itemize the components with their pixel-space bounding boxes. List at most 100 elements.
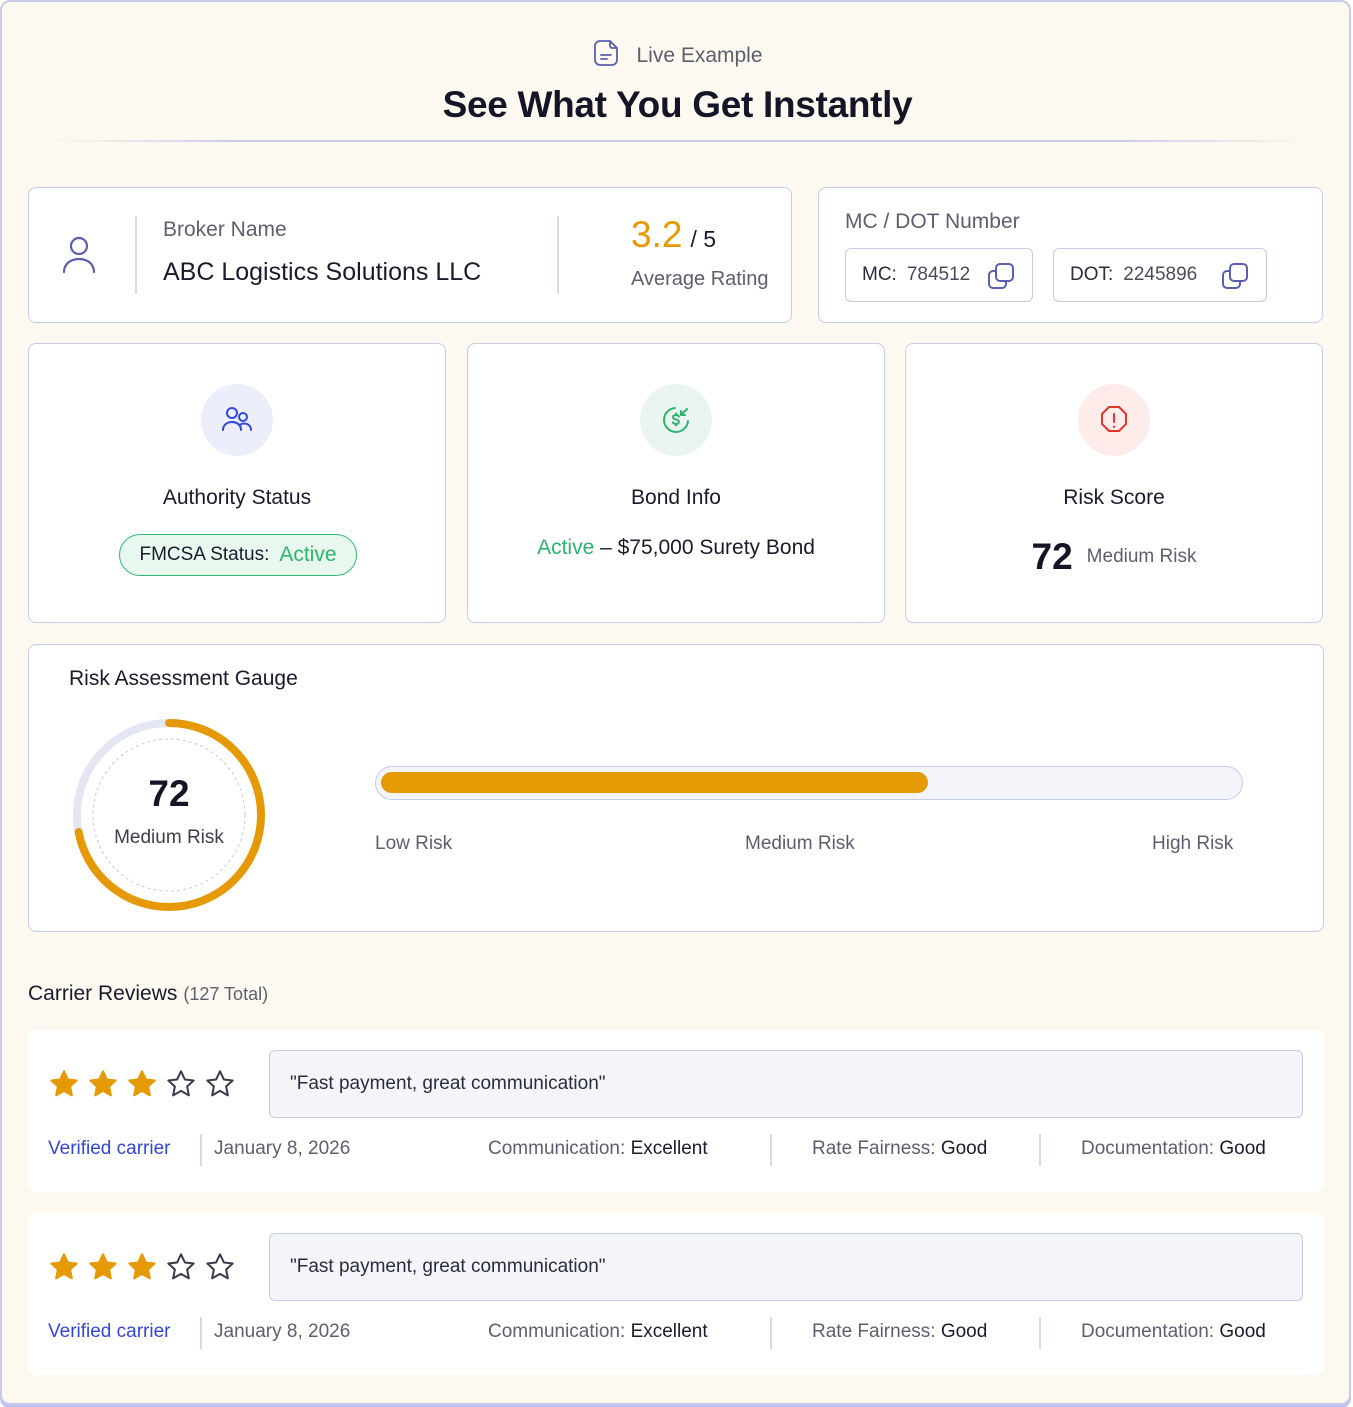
rate-fairness-value: Good — [940, 1138, 988, 1159]
broker-card: Broker Name ABC Logistics Solutions LLC … — [28, 187, 792, 323]
star-empty-icon — [204, 1068, 236, 1105]
bond-amount: – $75,000 Surety Bond — [600, 536, 815, 559]
risk-bar-track — [375, 766, 1243, 800]
communication-value: Excellent — [630, 1321, 708, 1342]
reviews-total: (127 Total) — [183, 984, 269, 1004]
documentation-label: Documentation: — [1081, 1321, 1215, 1342]
rating-label: Average Rating — [631, 268, 769, 290]
star-empty-icon — [204, 1251, 236, 1288]
copy-icon[interactable] — [1220, 261, 1250, 297]
documentation-value: Good — [1219, 1321, 1266, 1342]
copy-icon[interactable] — [986, 261, 1016, 297]
gauge-title: Risk Assessment Gauge — [69, 667, 298, 690]
rating-value: 3.2 — [631, 214, 683, 255]
communication-label: Communication: — [488, 1321, 626, 1342]
live-example-panel: Live Example See What You Get Instantly … — [0, 0, 1351, 1405]
review-card: "Fast payment, great communication" Veri… — [28, 1213, 1324, 1375]
risk-score-number: 72 — [1031, 536, 1073, 577]
bond-detail: Active – $75,000 Surety Bond — [468, 536, 884, 560]
gauge-score: 72 — [148, 773, 190, 814]
mc-number-box: MC: 784512 — [845, 248, 1033, 302]
risk-level: Medium Risk — [1086, 546, 1197, 567]
low-risk-label: Low Risk — [375, 833, 453, 854]
review-date: January 8, 2026 — [214, 1321, 351, 1342]
review-card: "Fast payment, great communication" Veri… — [28, 1030, 1324, 1192]
meta-separator — [770, 1317, 772, 1349]
eyebrow: Live Example — [2, 38, 1349, 74]
communication-value: Excellent — [630, 1138, 708, 1159]
dollar-coin-icon — [640, 384, 712, 456]
meta-separator — [1039, 1317, 1041, 1349]
bond-info-card: Bond Info Active – $75,000 Surety Bond — [467, 343, 885, 623]
communication-rating: Communication: Excellent — [488, 1321, 708, 1343]
mc-label: MC: — [862, 264, 897, 285]
documentation-value: Good — [1219, 1138, 1266, 1159]
mc-dot-label: MC / DOT Number — [845, 210, 1020, 233]
documentation-rating: Documentation: Good — [1081, 1138, 1266, 1160]
rate-fairness-rating: Rate Fairness: Good — [812, 1321, 987, 1343]
star-rating — [48, 1068, 236, 1105]
bond-info-title: Bond Info — [631, 486, 721, 509]
rate-fairness-label: Rate Fairness: — [812, 1138, 936, 1159]
risk-gauge — [73, 719, 265, 911]
documentation-rating: Documentation: Good — [1081, 1321, 1266, 1343]
star-filled-icon — [87, 1251, 119, 1288]
page-title: See What You Get Instantly — [442, 84, 913, 125]
verified-carrier-link[interactable]: Verified carrier — [48, 1321, 171, 1343]
broker-separator — [135, 216, 137, 294]
user-icon — [59, 232, 99, 281]
reviews-title: Carrier Reviews — [28, 982, 178, 1005]
mc-dot-card: MC / DOT Number MC: 784512 DOT: 2245896 — [818, 187, 1323, 323]
meta-separator — [200, 1317, 202, 1349]
gauge-level: Medium Risk — [114, 827, 224, 848]
rate-fairness-value: Good — [940, 1321, 988, 1342]
gauge-inner-ring — [92, 738, 246, 892]
fmcsa-status-badge: FMCSA Status: Active — [119, 534, 357, 576]
fmcsa-status-label: FMCSA Status: — [139, 544, 270, 565]
verified-carrier-link[interactable]: Verified carrier — [48, 1138, 171, 1160]
document-icon — [592, 38, 622, 74]
high-risk-label: High Risk — [1152, 833, 1234, 854]
communication-rating: Communication: Excellent — [488, 1138, 708, 1160]
authority-status-title: Authority Status — [162, 486, 312, 509]
medium-risk-label: Medium Risk — [745, 833, 855, 854]
star-empty-icon — [165, 1068, 197, 1105]
dot-number-box: DOT: 2245896 — [1053, 248, 1267, 302]
eyebrow-text: Live Example — [636, 44, 763, 67]
risk-assessment-card: Risk Assessment Gauge 72 Medium Risk Low… — [28, 644, 1324, 932]
fmcsa-status-value: Active — [279, 543, 337, 566]
meta-separator — [1039, 1134, 1041, 1166]
review-quote: "Fast payment, great communication" — [269, 1233, 1303, 1301]
rating-separator — [557, 216, 559, 294]
communication-label: Communication: — [488, 1138, 626, 1159]
authority-status-card: Authority Status FMCSA Status: Active — [28, 343, 446, 623]
review-date: January 8, 2026 — [214, 1138, 351, 1159]
bond-status: Active — [537, 536, 595, 559]
review-quote: "Fast payment, great communication" — [269, 1050, 1303, 1118]
alert-octagon-icon — [1078, 384, 1150, 456]
dot-value: 2245896 — [1123, 264, 1198, 285]
broker-name: ABC Logistics Solutions LLC — [163, 258, 482, 286]
star-empty-icon — [165, 1251, 197, 1288]
meta-separator — [770, 1134, 772, 1166]
broker-name-label: Broker Name — [163, 218, 287, 241]
rate-fairness-label: Rate Fairness: — [812, 1321, 936, 1342]
risk-score-value: 72 Medium Risk — [906, 536, 1322, 578]
users-icon — [201, 384, 273, 456]
header-divider — [50, 140, 1305, 142]
risk-bar-fill — [381, 772, 928, 793]
rating-max: / 5 — [690, 226, 717, 252]
risk-score-card: Risk Score 72 Medium Risk — [905, 343, 1323, 623]
rating: 3.2 / 5 — [631, 214, 716, 256]
star-filled-icon — [126, 1251, 158, 1288]
rate-fairness-rating: Rate Fairness: Good — [812, 1138, 987, 1160]
star-rating — [48, 1251, 236, 1288]
star-filled-icon — [126, 1068, 158, 1105]
star-filled-icon — [48, 1068, 80, 1105]
star-filled-icon — [48, 1251, 80, 1288]
mc-value: 784512 — [906, 264, 971, 285]
dot-label: DOT: — [1070, 264, 1114, 285]
reviews-header: Carrier Reviews (127 Total) — [28, 982, 268, 1006]
star-filled-icon — [87, 1068, 119, 1105]
meta-separator — [200, 1134, 202, 1166]
